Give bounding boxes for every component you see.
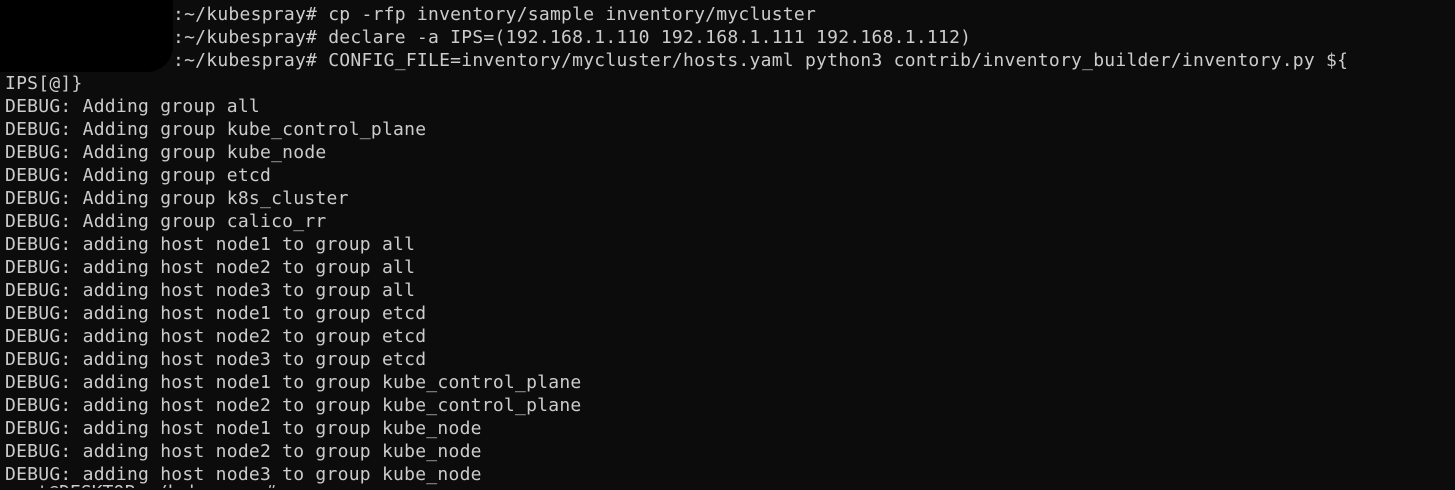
output-line-1: DEBUG: Adding group all: [5, 96, 260, 117]
output-line-3: DEBUG: Adding group kube_node: [5, 142, 327, 163]
output-line-4: DEBUG: Adding group etcd: [5, 165, 272, 186]
output-line-2: DEBUG: Adding group kube_control_plane: [5, 119, 427, 140]
wrapped-command-line: IPS[@]}: [5, 73, 83, 94]
output-line-9: DEBUG: adding host node3 to group all: [5, 280, 416, 301]
output-line-14: DEBUG: adding host node2 to group kube_c…: [5, 395, 582, 416]
prompt-line-3: :~/kubespray# CONFIG_FILE=inventory/mycl…: [173, 50, 1349, 71]
output-line-12: DEBUG: adding host node3 to group etcd: [5, 349, 427, 370]
output-line-10: DEBUG: adding host node1 to group etcd: [5, 303, 427, 324]
output-line-16: DEBUG: adding host node2 to group kube_n…: [5, 441, 482, 462]
output-line-6: DEBUG: Adding group calico_rr: [5, 211, 327, 232]
output-line-11: DEBUG: adding host node2 to group etcd: [5, 326, 427, 347]
terminal-window[interactable]: :~/kubespray# cp -rfp inventory/sample i…: [0, 0, 1455, 490]
output-line-8: DEBUG: adding host node2 to group all: [5, 257, 416, 278]
redacted-hostname-block: [0, 0, 173, 72]
prompt-line-1: :~/kubespray# cp -rfp inventory/sample i…: [173, 4, 817, 25]
output-line-15: DEBUG: adding host node1 to group kube_n…: [5, 418, 482, 439]
output-line-5: DEBUG: Adding group k8s_cluster: [5, 188, 349, 209]
prompt-line-2: :~/kubespray# declare -a IPS=(192.168.1.…: [173, 27, 972, 48]
cut-off-prompt-line: root@DESKTOP:~/kubespray#: [5, 481, 276, 488]
output-line-13: DEBUG: adding host node1 to group kube_c…: [5, 372, 582, 393]
output-line-7: DEBUG: adding host node1 to group all: [5, 234, 416, 255]
